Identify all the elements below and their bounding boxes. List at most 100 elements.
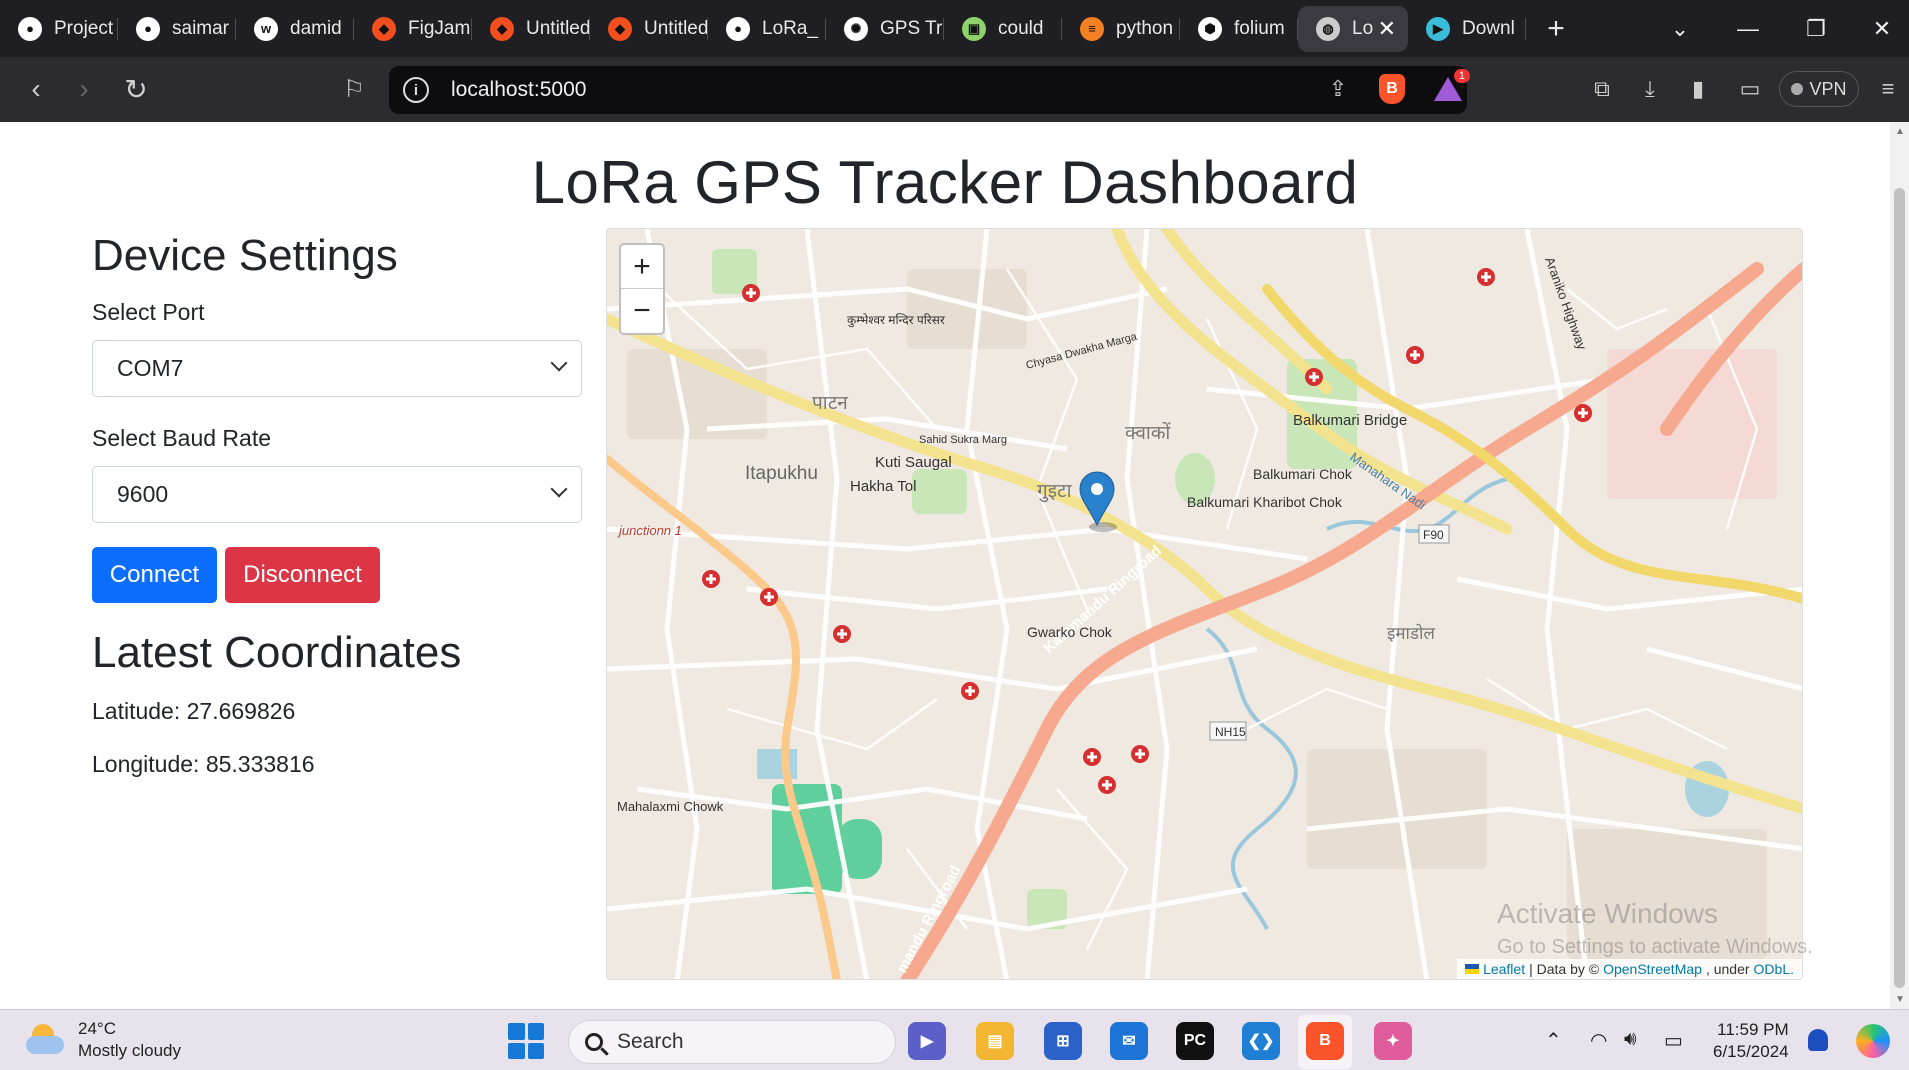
map-label-hakha-tol: Hakha Tol: [850, 478, 916, 495]
brave-rewards-icon[interactable]: 1: [1430, 69, 1470, 107]
map-label-f90: F90: [1423, 528, 1444, 542]
map-label-itapukhu: Itapukhu: [745, 463, 818, 484]
app-launcher-icon[interactable]: ✦: [1374, 1022, 1412, 1060]
weather-temperature: 24°C: [78, 1019, 116, 1038]
map-attribution: Leaflet | Data by © OpenStreetMap , unde…: [1457, 959, 1802, 979]
site-info-icon[interactable]: i: [403, 77, 429, 103]
browser-tab[interactable]: ▣ could: [944, 0, 1062, 57]
file-explorer-icon[interactable]: ▤: [976, 1022, 1014, 1060]
browser-tab[interactable]: ⬢ folium: [1180, 0, 1298, 57]
baud-rate-select[interactable]: 9600: [92, 465, 582, 523]
menu-icon[interactable]: ≡: [1870, 71, 1906, 107]
extensions-icon[interactable]: ⧉: [1584, 71, 1620, 107]
chatgpt-icon: ✺: [844, 16, 868, 41]
odbl-link[interactable]: ODbL.: [1754, 961, 1794, 977]
close-tab-icon[interactable]: ✕: [1378, 16, 1396, 42]
browser-tab-bar: ● Project ● saimar w damid ◆ FigJam ◆ Untitled ◆ Un…: [0, 0, 1909, 57]
brave-shields-icon[interactable]: B: [1374, 71, 1410, 107]
share-icon[interactable]: ⇪: [1320, 71, 1356, 107]
weather-widget[interactable]: 24°C Mostly cloudy: [26, 1018, 181, 1062]
browser-tab[interactable]: w damid: [236, 0, 354, 57]
page-scrollbar[interactable]: ▲ ▼: [1890, 122, 1909, 1009]
zoom-out-button[interactable]: −: [621, 289, 663, 333]
taskbar-search-box[interactable]: Search: [568, 1020, 896, 1064]
pycharm-icon[interactable]: PC: [1176, 1022, 1214, 1060]
browser-tab[interactable]: ✺ GPS Tr: [826, 0, 944, 57]
map-tiles[interactable]: Kathmandu Ringroad mandu Ringroad Balkum…: [607, 229, 1803, 980]
map-label-balkumari-bridge: Balkumari Bridge: [1293, 412, 1407, 429]
forward-button[interactable]: ›: [66, 71, 102, 107]
vpn-label: VPN: [1809, 78, 1847, 99]
battery-icon[interactable]: ▭: [1664, 1028, 1683, 1053]
vscode-icon[interactable]: ❮❯: [1242, 1022, 1280, 1060]
map-label-junction: junctionn 1: [617, 523, 682, 538]
browser-tab-label: Project: [54, 17, 114, 39]
ukraine-flag-icon: [1465, 964, 1480, 974]
tab-search-chevron-icon[interactable]: ⌄: [1650, 0, 1710, 57]
browser-tab[interactable]: ● saimar: [118, 0, 236, 57]
notification-bell-icon[interactable]: [1808, 1029, 1828, 1051]
figma-icon: ◆: [490, 16, 514, 41]
port-select-value: COM7: [117, 354, 184, 381]
latitude-text: Latitude: 27.669826: [92, 697, 296, 724]
settings-panel: Device Settings Select Port COM7 Select …: [92, 230, 584, 778]
minimize-button[interactable]: —: [1718, 0, 1778, 57]
browser-tab[interactable]: ▶ Downl: [1408, 0, 1526, 57]
scrollbar-thumb[interactable]: [1894, 188, 1905, 988]
map-label-kwako: क्वाकों: [1125, 421, 1171, 444]
reload-button[interactable]: ↻: [118, 71, 154, 107]
disconnect-button[interactable]: Disconnect: [225, 546, 380, 603]
volume-icon[interactable]: 🔊︎: [1624, 1028, 1637, 1051]
taskbar-clock[interactable]: 11:59 PM 6/15/2024: [1713, 1019, 1789, 1063]
browser-tab[interactable]: ● Project: [0, 0, 118, 57]
restore-button[interactable]: ❐: [1786, 0, 1846, 57]
wallet-icon[interactable]: ▭: [1732, 71, 1768, 107]
back-button[interactable]: ‹: [18, 71, 54, 107]
mail-icon[interactable]: ✉: [1110, 1022, 1148, 1060]
tab-strip: ● Project ● saimar w damid ◆ FigJam ◆ Untitled ◆ Un…: [0, 0, 1526, 57]
teams-meet-icon[interactable]: ▶: [908, 1022, 946, 1060]
browser-toolbar: ‹ › ↻ ⚐ i localhost:5000 ⇪ B 1 ⧉ ⤓ ▮ ▭ V…: [0, 57, 1909, 122]
image-icon: ▣: [962, 16, 986, 41]
scroll-up-arrow-icon[interactable]: ▲: [1895, 126, 1905, 137]
port-select[interactable]: COM7: [92, 339, 582, 397]
map-label-patan: पाटन: [812, 393, 848, 414]
browser-tab[interactable]: ◍ Lo ✕: [1298, 5, 1408, 52]
map-label-nh15: NH15: [1215, 725, 1246, 739]
new-tab-button[interactable]: +: [1526, 12, 1586, 46]
address-bar[interactable]: i localhost:5000: [389, 66, 1467, 114]
chevron-down-icon: [550, 354, 568, 372]
map-label-kuti-saugal: Kuti Saugal: [875, 454, 952, 471]
browser-tab-label: GPS Tr: [880, 17, 943, 39]
connect-button[interactable]: Connect: [92, 546, 217, 603]
zoom-in-button[interactable]: +: [621, 245, 663, 289]
close-window-button[interactable]: ✕: [1852, 0, 1909, 57]
scroll-down-arrow-icon[interactable]: ▼: [1895, 994, 1905, 1005]
browser-tab[interactable]: ◆ Untitled: [590, 0, 708, 57]
openstreetmap-link[interactable]: OpenStreetMap: [1603, 961, 1702, 977]
map-label-gutha: गुइटा: [1037, 481, 1073, 503]
bookmark-icon[interactable]: ⚐: [336, 71, 372, 107]
browser-tab-label: python: [1116, 17, 1174, 39]
chevron-down-icon: [550, 480, 568, 498]
brave-browser-icon[interactable]: B: [1306, 1022, 1344, 1060]
windows-start-icon[interactable]: [508, 1023, 544, 1059]
map-container[interactable]: Kathmandu Ringroad mandu Ringroad Balkum…: [606, 228, 1803, 980]
leaflet-link[interactable]: Leaflet: [1483, 961, 1525, 977]
windows-taskbar: 24°C Mostly cloudy Search ▶ ▤ ⊞ ✉ PC ❮❯ …: [0, 1009, 1909, 1070]
sidebar-toggle-icon[interactable]: ▮: [1680, 71, 1716, 107]
download-app-icon: ▶: [1426, 16, 1450, 41]
url-text[interactable]: localhost:5000: [451, 78, 586, 102]
browser-tab[interactable]: ◆ FigJam: [354, 0, 472, 57]
wifi-icon[interactable]: ◠: [1590, 1028, 1607, 1053]
browser-tab[interactable]: ≡ python: [1062, 0, 1180, 57]
chevron-up-icon[interactable]: ⌃: [1545, 1028, 1562, 1053]
vpn-button[interactable]: VPN: [1779, 71, 1859, 107]
downloads-icon[interactable]: ⤓: [1632, 71, 1668, 107]
activate-windows-subtitle: Go to Settings to activate Windows.: [1497, 936, 1813, 958]
copilot-icon[interactable]: [1856, 1024, 1890, 1058]
browser-tab[interactable]: ● LoRa_: [708, 0, 826, 57]
webflow-icon: w: [254, 16, 278, 41]
microsoft-store-icon[interactable]: ⊞: [1044, 1022, 1082, 1060]
browser-tab[interactable]: ◆ Untitled: [472, 0, 590, 57]
